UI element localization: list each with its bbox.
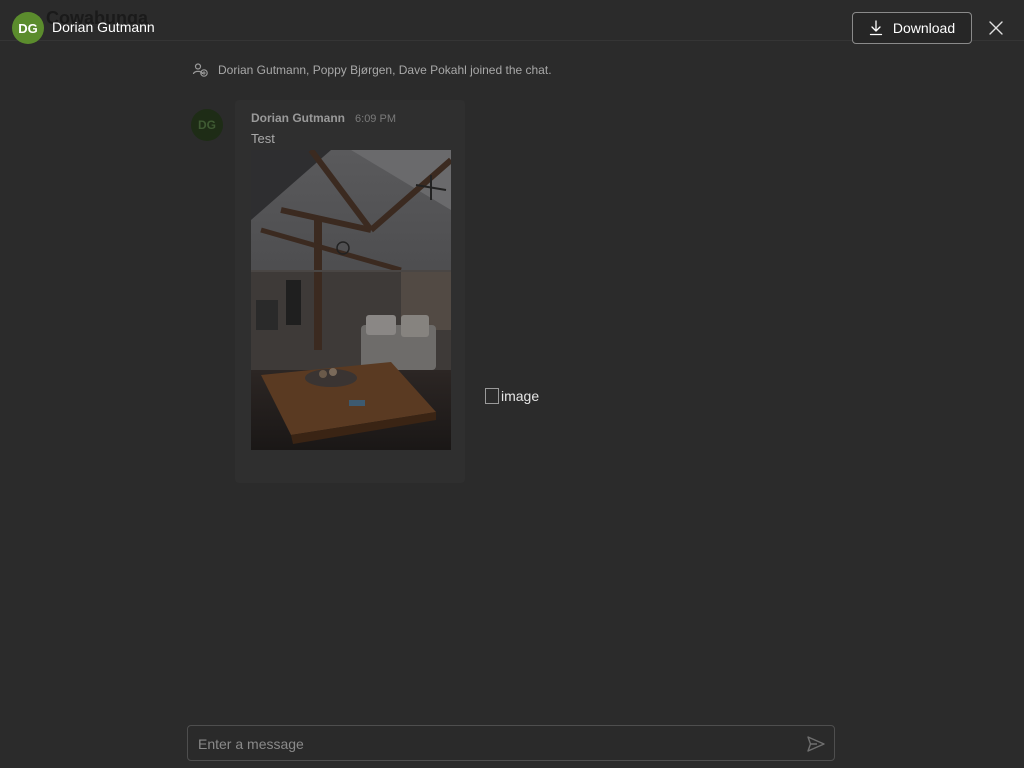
broken-image-alt: image [501,388,540,404]
download-button-label: Download [892,20,956,36]
system-message-text: Dorian Gutmann, Poppy Bjørgen, Dave Poka… [218,63,552,77]
send-icon[interactable] [806,734,826,754]
message-input[interactable] [196,726,800,762]
message-author-avatar[interactable]: DG [191,109,223,141]
message-time: 6:09 PM [355,113,396,125]
download-icon [869,20,883,36]
message-image-thumbnail[interactable] [251,150,451,450]
image-viewer-header: DG Dorian Gutmann Download [0,0,1024,56]
download-button[interactable]: Download [852,12,972,44]
close-icon[interactable] [984,16,1008,40]
message-header: Dorian Gutmann 6:09 PM [251,111,396,125]
message-author: Dorian Gutmann [251,111,346,125]
owner-name: Dorian Gutmann [52,19,155,35]
message-text: Test [251,131,275,146]
message-composer [187,725,835,762]
broken-image: image [485,388,539,404]
broken-image-icon [485,388,499,404]
system-message: Dorian Gutmann, Poppy Bjørgen, Dave Poka… [192,62,552,78]
people-added-icon [192,62,208,78]
message-bubble[interactable]: Dorian Gutmann 6:09 PM Test [235,100,465,483]
owner-avatar: DG [12,12,44,44]
